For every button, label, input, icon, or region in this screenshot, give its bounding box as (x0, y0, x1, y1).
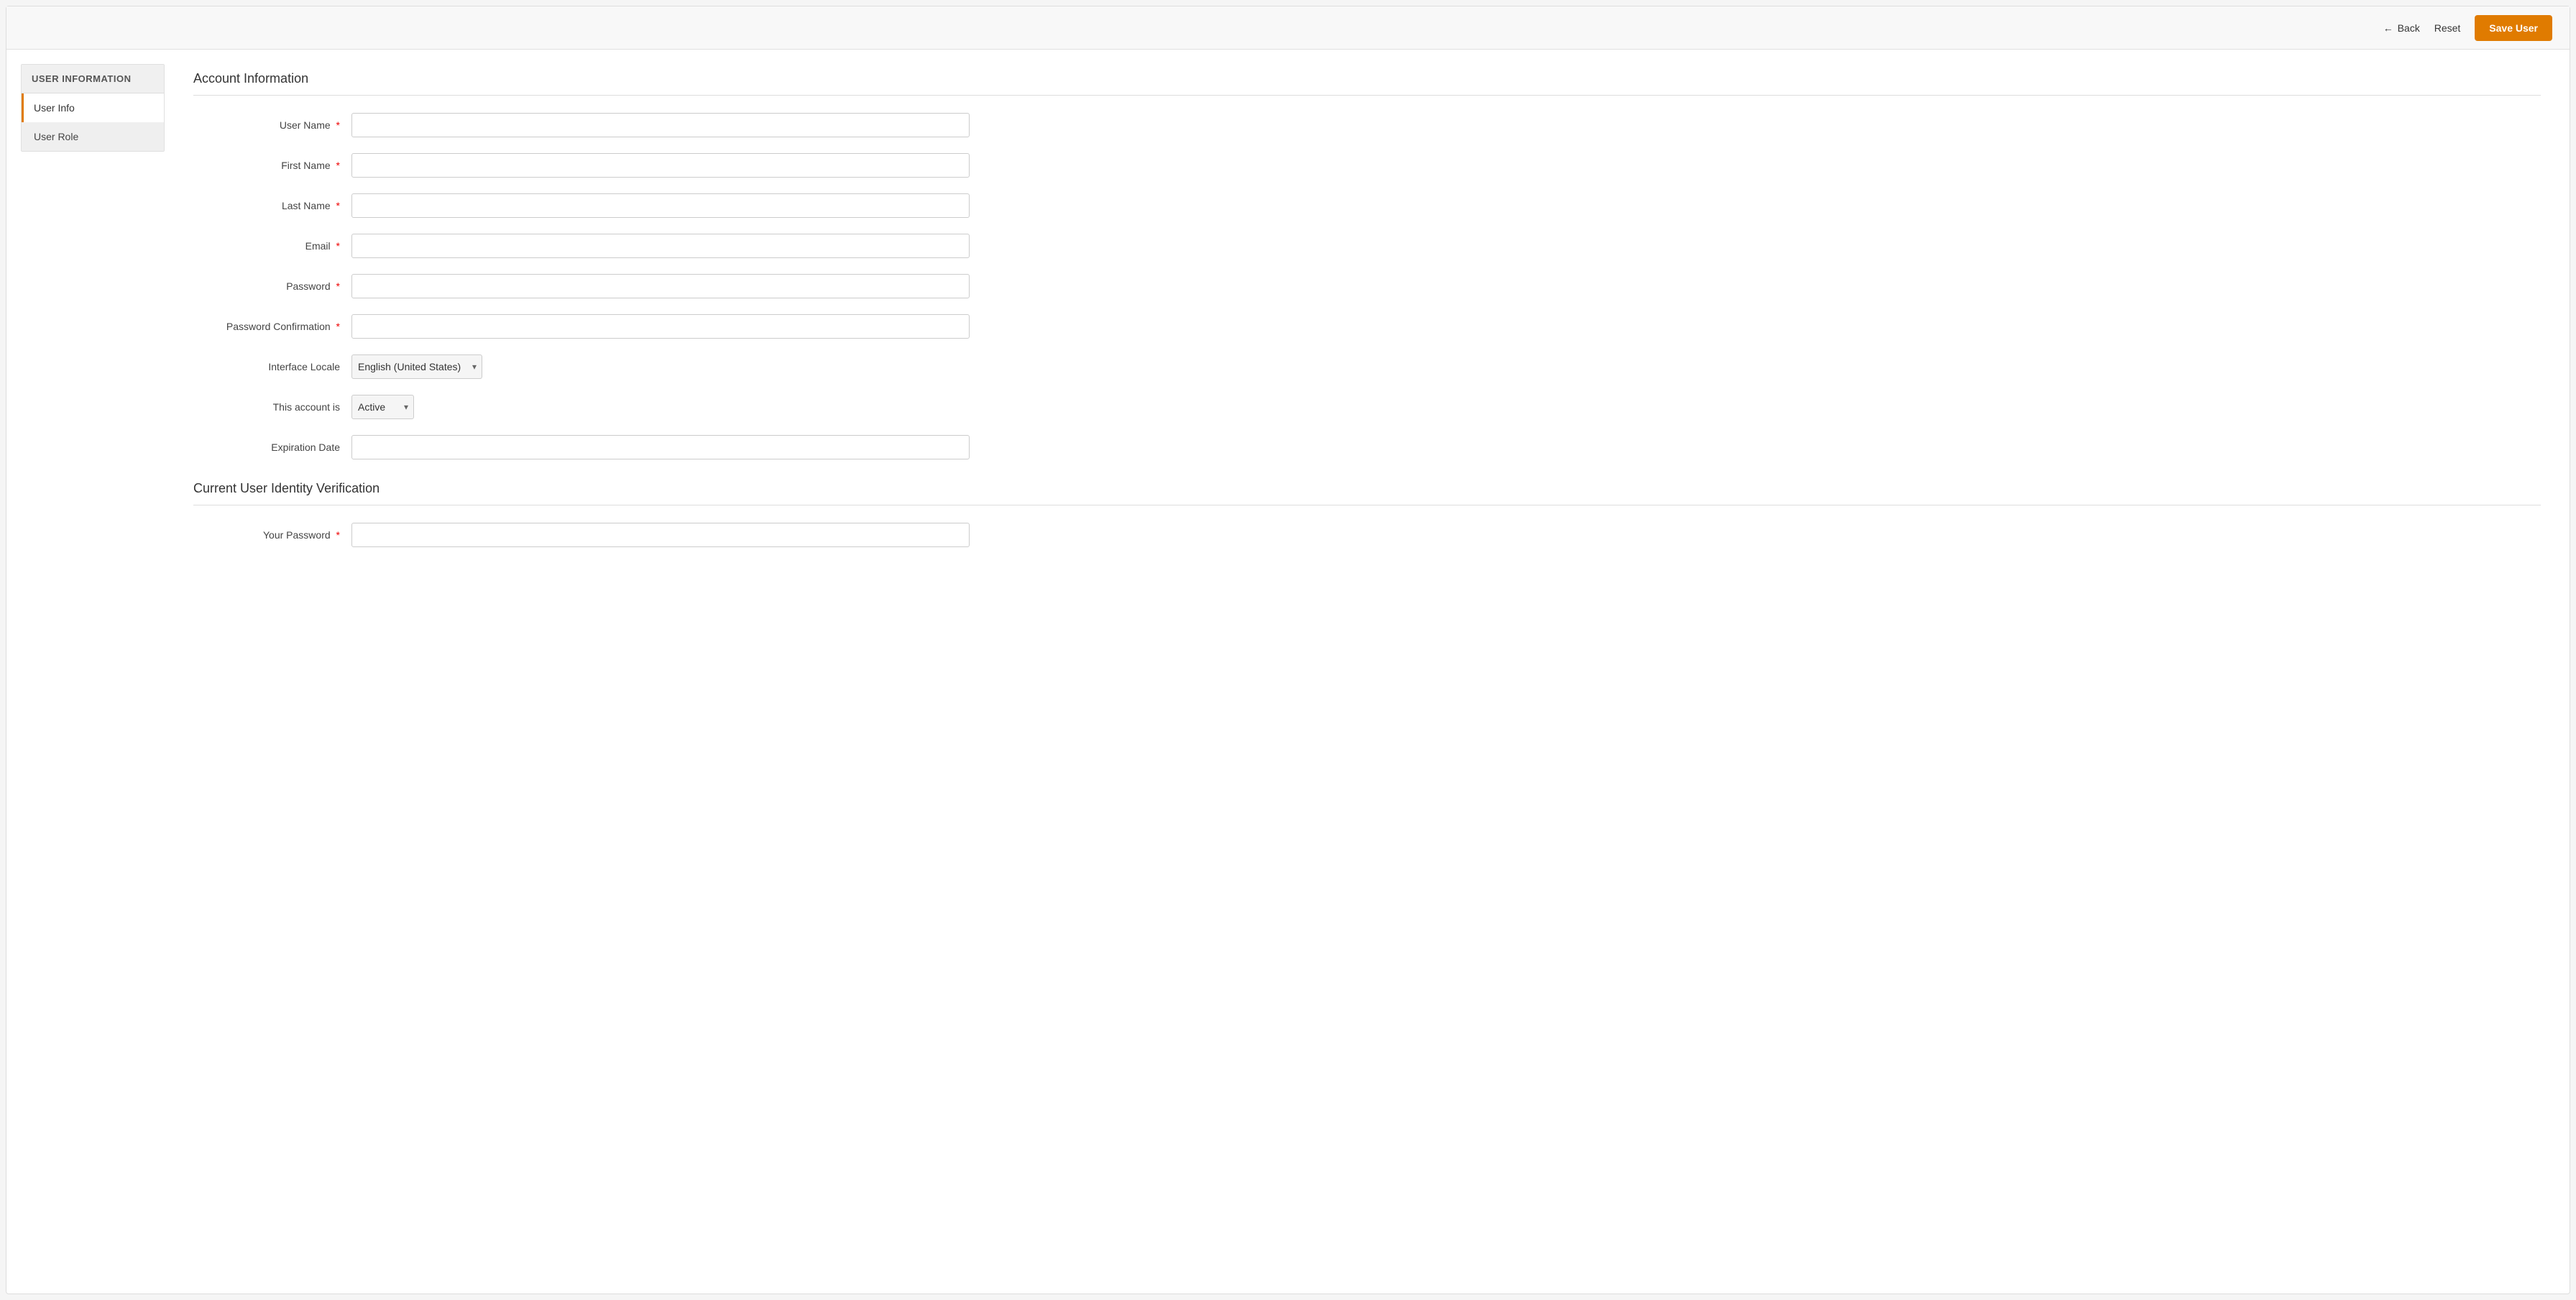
username-required: * (336, 119, 340, 131)
your-password-required: * (336, 529, 340, 541)
firstname-group: First Name * (193, 153, 2541, 178)
page-wrapper: ← Back Reset Save User USER INFORMATION … (6, 6, 2570, 1294)
sidebar-nav: USER INFORMATION User Info User Role (21, 64, 165, 152)
save-user-button[interactable]: Save User (2475, 15, 2552, 41)
sidebar-item-user-info-label: User Info (34, 102, 75, 114)
back-arrow-icon: ← (2383, 22, 2393, 34)
sidebar-item-user-role-label: User Role (34, 131, 78, 142)
sidebar-section-title: USER INFORMATION (22, 65, 164, 93)
firstname-input[interactable] (351, 153, 970, 178)
lastname-label: Last Name * (193, 200, 351, 211)
interface-locale-select[interactable]: English (United States) English (UK) Fre… (351, 354, 482, 379)
main-content: USER INFORMATION User Info User Role Acc… (6, 50, 2570, 585)
expiration-date-label: Expiration Date (193, 441, 351, 453)
password-label: Password * (193, 280, 351, 292)
email-input[interactable] (351, 234, 970, 258)
account-info-title: Account Information (193, 71, 2541, 86)
username-input[interactable] (351, 113, 970, 137)
password-input[interactable] (351, 274, 970, 298)
verification-title: Current User Identity Verification (193, 481, 2541, 496)
header-actions: ← Back Reset Save User (2383, 15, 2552, 41)
sidebar: USER INFORMATION User Info User Role (21, 64, 165, 570)
account-status-select-wrapper: Active Inactive (351, 395, 414, 419)
username-label: User Name * (193, 119, 351, 131)
reset-button[interactable]: Reset (2434, 22, 2461, 34)
lastname-required: * (336, 200, 340, 211)
password-confirm-input[interactable] (351, 314, 970, 339)
your-password-label: Your Password * (193, 529, 351, 541)
your-password-input[interactable] (351, 523, 970, 547)
account-info-divider (193, 95, 2541, 96)
sidebar-item-user-info[interactable]: User Info (22, 93, 164, 122)
account-status-select[interactable]: Active Inactive (351, 395, 414, 419)
email-label: Email * (193, 240, 351, 252)
password-confirm-required: * (336, 321, 340, 332)
email-required: * (336, 240, 340, 252)
verification-section: Current User Identity Verification Your … (193, 481, 2541, 547)
password-required: * (336, 280, 340, 292)
firstname-required: * (336, 160, 340, 171)
firstname-label: First Name * (193, 160, 351, 171)
lastname-input[interactable] (351, 193, 970, 218)
form-area: Account Information User Name * First Na… (179, 64, 2555, 570)
password-confirm-label: Password Confirmation * (193, 321, 351, 332)
account-status-label: This account is (193, 401, 351, 413)
interface-locale-select-wrapper: English (United States) English (UK) Fre… (351, 354, 482, 379)
username-group: User Name * (193, 113, 2541, 137)
expiration-date-input[interactable] (351, 435, 970, 459)
account-status-group: This account is Active Inactive (193, 395, 2541, 419)
sidebar-item-user-role[interactable]: User Role (22, 122, 164, 151)
email-group: Email * (193, 234, 2541, 258)
your-password-group: Your Password * (193, 523, 2541, 547)
password-confirm-group: Password Confirmation * (193, 314, 2541, 339)
back-link[interactable]: ← Back (2383, 22, 2420, 34)
expiration-date-group: Expiration Date (193, 435, 2541, 459)
lastname-group: Last Name * (193, 193, 2541, 218)
interface-locale-group: Interface Locale English (United States)… (193, 354, 2541, 379)
password-group: Password * (193, 274, 2541, 298)
back-label: Back (2398, 22, 2420, 34)
account-info-section: Account Information User Name * First Na… (193, 71, 2541, 459)
interface-locale-label: Interface Locale (193, 361, 351, 372)
header: ← Back Reset Save User (6, 6, 2570, 50)
